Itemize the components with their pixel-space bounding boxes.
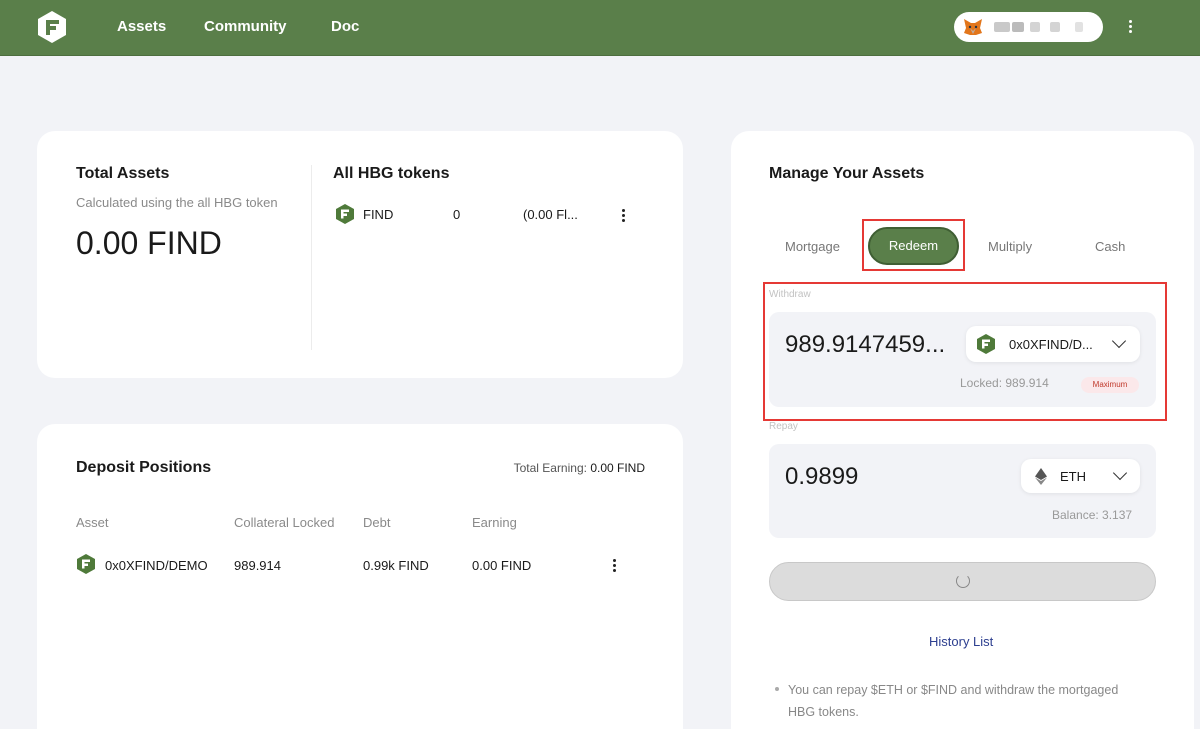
total-assets-card: Total Assets Calculated using the all HB…: [37, 131, 683, 378]
top-navigation-bar: Assets Community Doc: [0, 0, 1200, 56]
ethereum-icon: [1035, 468, 1047, 485]
more-vertical-icon[interactable]: [613, 559, 616, 572]
position-debt: 0.99k FIND: [363, 558, 429, 573]
metamask-fox-icon: [964, 19, 982, 35]
tab-redeem[interactable]: Redeem: [868, 227, 959, 265]
loading-spinner-icon: [956, 574, 970, 588]
hbg-token-value: (0.00 Fl...: [523, 207, 578, 222]
repay-amount-input[interactable]: 0.9899: [785, 463, 858, 491]
more-vertical-icon[interactable]: [622, 209, 625, 222]
tab-multiply[interactable]: Multiply: [988, 239, 1032, 254]
repay-token-selector[interactable]: ETH: [1021, 459, 1140, 493]
column-header-debt: Debt: [363, 515, 391, 530]
deposit-positions-card: Deposit Positions Total Earning: 0.00 FI…: [37, 424, 683, 729]
brand-logo-icon[interactable]: [36, 10, 68, 44]
wallet-account-button[interactable]: [954, 12, 1103, 42]
total-earning-value: 0.00 FIND: [590, 461, 645, 475]
position-asset: 0x0XFIND/DEMO: [105, 558, 208, 573]
hbg-token-amount: 0: [453, 207, 461, 222]
column-header-collateral: Collateral Locked: [234, 515, 335, 530]
address-mask: [1030, 22, 1040, 32]
total-assets-title: Total Assets: [76, 165, 170, 182]
total-earning: Total Earning: 0.00 FIND: [514, 461, 645, 475]
position-collateral: 989.914: [234, 558, 281, 573]
chevron-down-icon: [1112, 465, 1128, 481]
tab-mortgage[interactable]: Mortgage: [785, 239, 840, 254]
nav-community[interactable]: Community: [204, 18, 287, 35]
total-assets-value: 0.00 FIND: [76, 225, 222, 261]
history-list-link[interactable]: History List: [929, 634, 993, 649]
total-assets-subtitle: Calculated using the all HBG token: [76, 195, 278, 210]
address-mask: [994, 22, 1010, 32]
repay-balance: Balance: 3.137: [1052, 508, 1133, 522]
address-mask: [1050, 22, 1060, 32]
tab-cash[interactable]: Cash: [1095, 239, 1125, 254]
total-earning-label: Total Earning:: [513, 461, 587, 475]
divider: [311, 165, 312, 350]
withdraw-token-selector[interactable]: 0x0XFIND/D...: [966, 326, 1140, 362]
bullet: [775, 687, 779, 691]
nav-doc[interactable]: Doc: [331, 18, 359, 35]
find-token-icon: [336, 204, 354, 224]
hbg-tokens-title: All HBG tokens: [333, 165, 450, 182]
chevron-down-icon: [1111, 333, 1127, 349]
find-token-icon: [977, 334, 995, 354]
column-header-asset: Asset: [76, 515, 109, 530]
hbg-token-symbol: FIND: [363, 207, 394, 222]
position-earning: 0.00 FIND: [472, 558, 532, 573]
nav-assets[interactable]: Assets: [117, 18, 166, 35]
manage-assets-title: Manage Your Assets: [769, 165, 925, 182]
withdraw-amount-input[interactable]: 989.9147459...: [785, 331, 945, 359]
withdraw-panel: 989.9147459... 0x0XFIND/D... Locked: 989…: [769, 312, 1156, 407]
manage-assets-card: Manage Your Assets Mortgage Redeem Multi…: [731, 131, 1194, 729]
address-mask: [1075, 22, 1083, 32]
more-vertical-icon[interactable]: [1129, 20, 1132, 33]
repay-token-label: ETH: [1060, 469, 1086, 484]
column-header-earning: Earning: [472, 515, 517, 530]
submit-button[interactable]: [769, 562, 1156, 601]
address-mask: [1012, 22, 1024, 32]
redeem-note: You can repay $ETH or $FIND and withdraw…: [788, 683, 1119, 719]
deposit-positions-title: Deposit Positions: [76, 459, 212, 476]
repay-panel: 0.9899 ETH Balance: 3.137: [769, 444, 1156, 538]
repay-label: Repay: [769, 421, 798, 432]
locked-amount: Locked: 989.914: [960, 376, 1049, 390]
find-token-icon: [77, 554, 95, 574]
maximum-button[interactable]: Maximum: [1081, 377, 1139, 393]
withdraw-token-label: 0x0XFIND/D...: [1009, 337, 1093, 352]
